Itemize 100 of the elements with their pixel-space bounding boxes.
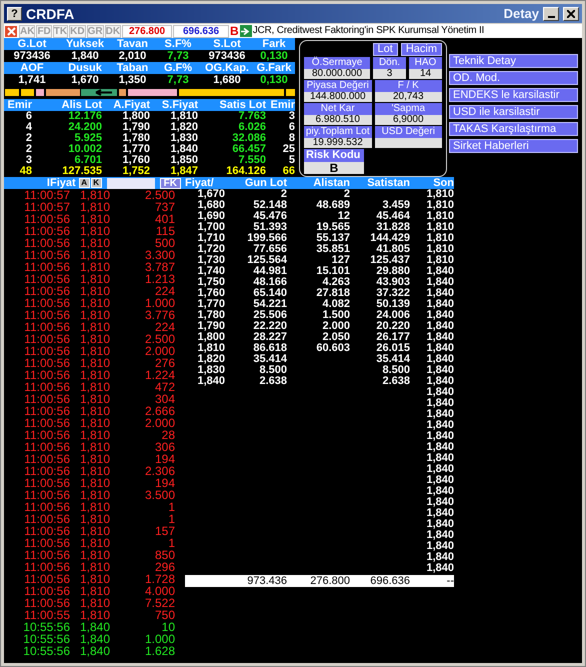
column-header[interactable]: Fiyat/: [185, 177, 225, 189]
column-header: A.Fiyat: [102, 99, 150, 111]
filter-button[interactable]: A: [78, 178, 90, 188]
trade-time: 11:00:56: [23, 345, 70, 357]
trade-lot: 194: [154, 477, 175, 489]
trade-time: 11:00:56: [23, 549, 70, 561]
trade-time: 11:00:56: [23, 237, 70, 249]
trade-time: 11:00:56: [23, 513, 70, 525]
toggle-button[interactable]: Hacim: [400, 43, 442, 56]
stat-value: 1,741: [17, 74, 47, 86]
column-header[interactable]: Alistan: [287, 177, 350, 189]
table-cell-text: 127: [330, 255, 350, 266]
total-cell-text: 973.436: [246, 575, 287, 587]
table-cell-text: 1,830: [196, 365, 225, 376]
table-cell-text: 1,810: [425, 189, 454, 200]
trade-time: 11:00:56: [23, 369, 70, 381]
table-cell-text: 1,840: [425, 266, 454, 277]
table-cell-text: 1,800: [122, 111, 150, 122]
table-cell-text: 7.763: [237, 111, 266, 122]
go-button[interactable]: [240, 25, 252, 37]
trade-lot: 157: [154, 525, 175, 537]
trade-lot: 276: [154, 357, 175, 369]
table-cell-text: 7.550: [237, 155, 266, 166]
trade-lot: 4.000: [144, 585, 175, 597]
stat-value: 973436: [208, 50, 246, 62]
trade-time: 10:55:56: [22, 633, 70, 645]
table-cell-text: 1,810: [425, 200, 454, 211]
toolbar-tab[interactable]: TK: [52, 24, 68, 38]
filter-button[interactable]: K: [90, 178, 102, 188]
flag-label: B: [230, 25, 239, 37]
menu-button[interactable]: OD. Mod.: [449, 71, 578, 85]
menu-button[interactable]: USD ile karsilastir: [449, 105, 578, 119]
trade-lot: 306: [154, 441, 175, 453]
minimize-button[interactable]: [543, 6, 559, 20]
table-cell-text: 1,840: [425, 409, 454, 420]
table-cell-text: 1,840: [425, 321, 454, 332]
risk-label: Risk Kodu: [304, 149, 364, 162]
table-cell-text: 2.638: [381, 376, 410, 387]
stat-value: 1,670: [70, 74, 100, 86]
close-button[interactable]: [563, 6, 579, 20]
trade-lot: 500: [154, 237, 175, 249]
trade-time: 11:00:56: [23, 357, 70, 369]
table-cell-text: 22.220: [252, 321, 287, 332]
table-cell-text: 2.638: [258, 376, 287, 387]
column-header[interactable]: Gun Lot: [225, 177, 287, 189]
trade-time: 11:00:56: [23, 441, 70, 453]
table-cell-text: 54.221: [252, 299, 287, 310]
trade-price: 1,810: [78, 189, 110, 201]
table-cell-text: 8.500: [258, 365, 287, 376]
trade-time: 11:00:56: [23, 261, 70, 273]
table-cell-text: 1,840: [425, 453, 454, 464]
trade-price: 1,810: [78, 297, 110, 309]
trade-time: 11:00:56: [23, 249, 70, 261]
trade-lot: 2.000: [144, 417, 175, 429]
minimize-icon: [548, 16, 554, 18]
table-cell-text: 1,840: [425, 343, 454, 354]
fk-button[interactable]: FK: [160, 178, 181, 188]
trade-lot: 1.213: [144, 273, 175, 285]
table-cell-text: 35.851: [315, 244, 350, 255]
table-cell-text: 6.026: [237, 122, 266, 133]
help-button[interactable]: ?: [7, 6, 22, 20]
trade-time: 11:00:56: [23, 525, 70, 537]
total-cell-text: 1,752: [121, 166, 150, 177]
trade-price: 1,810: [78, 333, 110, 345]
table-cell-text: 50.139: [375, 299, 410, 310]
toolbar-tab[interactable]: KD: [69, 24, 86, 38]
trade-time: 11:00:56: [23, 429, 70, 441]
toolbar-tab[interactable]: DK: [104, 24, 122, 38]
table-cell-text: 2: [24, 133, 32, 144]
trade-price: 1,810: [78, 465, 110, 477]
column-header[interactable]: Satistan: [350, 177, 410, 189]
toggle-button[interactable]: Lot: [372, 43, 398, 56]
table-cell-text: 1,840: [425, 442, 454, 453]
menu-button[interactable]: ENDEKS le karsilastir: [449, 88, 578, 102]
toolbar-tab[interactable]: GR: [86, 24, 104, 38]
toolbar-tab[interactable]: AK: [19, 24, 36, 38]
table-cell-text: 26.015: [375, 343, 410, 354]
trade-lot: 2.000: [144, 345, 175, 357]
stat-label: S.Lot: [201, 38, 253, 50]
table-cell-text: 35.414: [375, 354, 410, 365]
field-label: USD Değeri: [374, 126, 442, 138]
trade-time: 11:00:56: [23, 273, 70, 285]
menu-button[interactable]: Sirket Haberleri: [449, 139, 578, 153]
table-cell-text: 125.564: [246, 255, 287, 266]
trade-price: 1,810: [78, 249, 110, 261]
trade-time: 11:00:57: [23, 201, 70, 213]
table-cell-text: 1,710: [196, 233, 225, 244]
table-cell-text: 1,840: [425, 486, 454, 497]
column-header[interactable]: Son: [410, 177, 454, 189]
filter-field[interactable]: [106, 178, 155, 188]
menu-button[interactable]: Teknik Detay: [449, 54, 578, 68]
toolbar-tab[interactable]: FD: [36, 24, 52, 38]
table-cell-text: 1,810: [170, 111, 198, 122]
trade-price: 1,810: [78, 369, 110, 381]
trade-price: 1,840: [78, 633, 110, 645]
trade-lot: 3.787: [144, 261, 175, 273]
menu-button[interactable]: TAKAS Karşılaştırma: [449, 122, 578, 136]
field-label: piy.Toplam Lot: [304, 126, 372, 138]
total-cell-text: --: [446, 575, 454, 587]
trade-time: 11:00:56: [23, 285, 70, 297]
